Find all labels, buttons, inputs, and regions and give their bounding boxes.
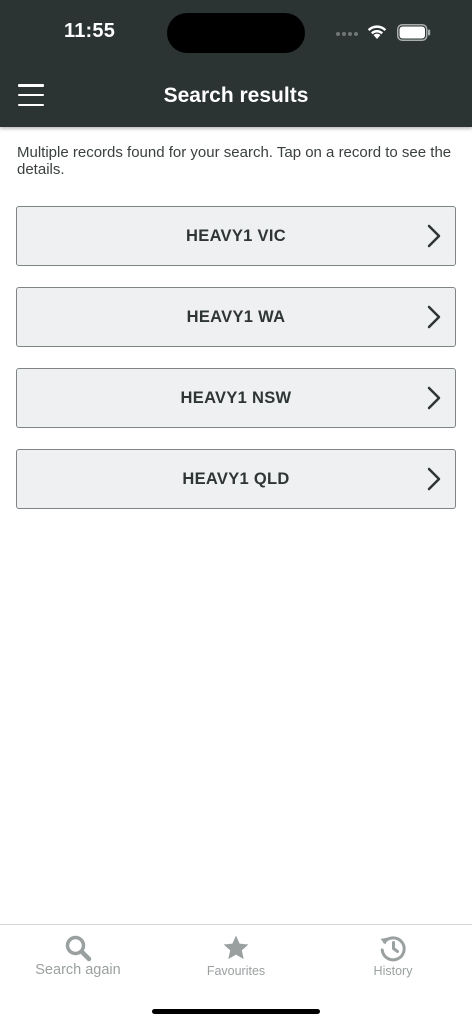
nav-label-search-again: Search again (35, 962, 121, 978)
wifi-icon (367, 25, 387, 39)
chevron-right-icon (427, 305, 441, 329)
record-label: HEAVY1 WA (186, 307, 286, 326)
nav-label-history: History (373, 964, 413, 978)
cellular-signal-icon (336, 32, 358, 36)
battery-icon (397, 24, 431, 41)
nav-history[interactable]: History (323, 925, 463, 985)
status-time: 11:55 (64, 20, 116, 42)
chevron-right-icon (427, 386, 441, 410)
dynamic-island (167, 13, 305, 53)
record-label: HEAVY1 VIC (186, 226, 286, 245)
record-item[interactable]: HEAVY1 VIC (16, 206, 456, 266)
chevron-right-icon (427, 467, 441, 491)
record-item[interactable]: HEAVY1 WA (16, 287, 456, 347)
app-screen: 11:55 Search results Multiple records fo… (0, 0, 472, 1024)
app-header: 11:55 Search results (0, 0, 472, 127)
nav-search-again[interactable]: Search again (8, 925, 148, 985)
record-label: HEAVY1 NSW (180, 388, 292, 407)
nav-label-favourites: Favourites (206, 964, 266, 978)
record-label: HEAVY1 QLD (182, 469, 290, 488)
chevron-right-icon (427, 224, 441, 248)
results-intro-text: Multiple records found for your search. … (17, 144, 452, 178)
star-icon (223, 935, 249, 960)
record-item[interactable]: HEAVY1 QLD (16, 449, 456, 509)
home-indicator (152, 1009, 320, 1014)
search-icon (65, 935, 92, 962)
history-icon (380, 936, 406, 962)
page-title: Search results (163, 84, 309, 107)
record-item[interactable]: HEAVY1 NSW (16, 368, 456, 428)
nav-favourites[interactable]: Favourites (166, 925, 306, 985)
